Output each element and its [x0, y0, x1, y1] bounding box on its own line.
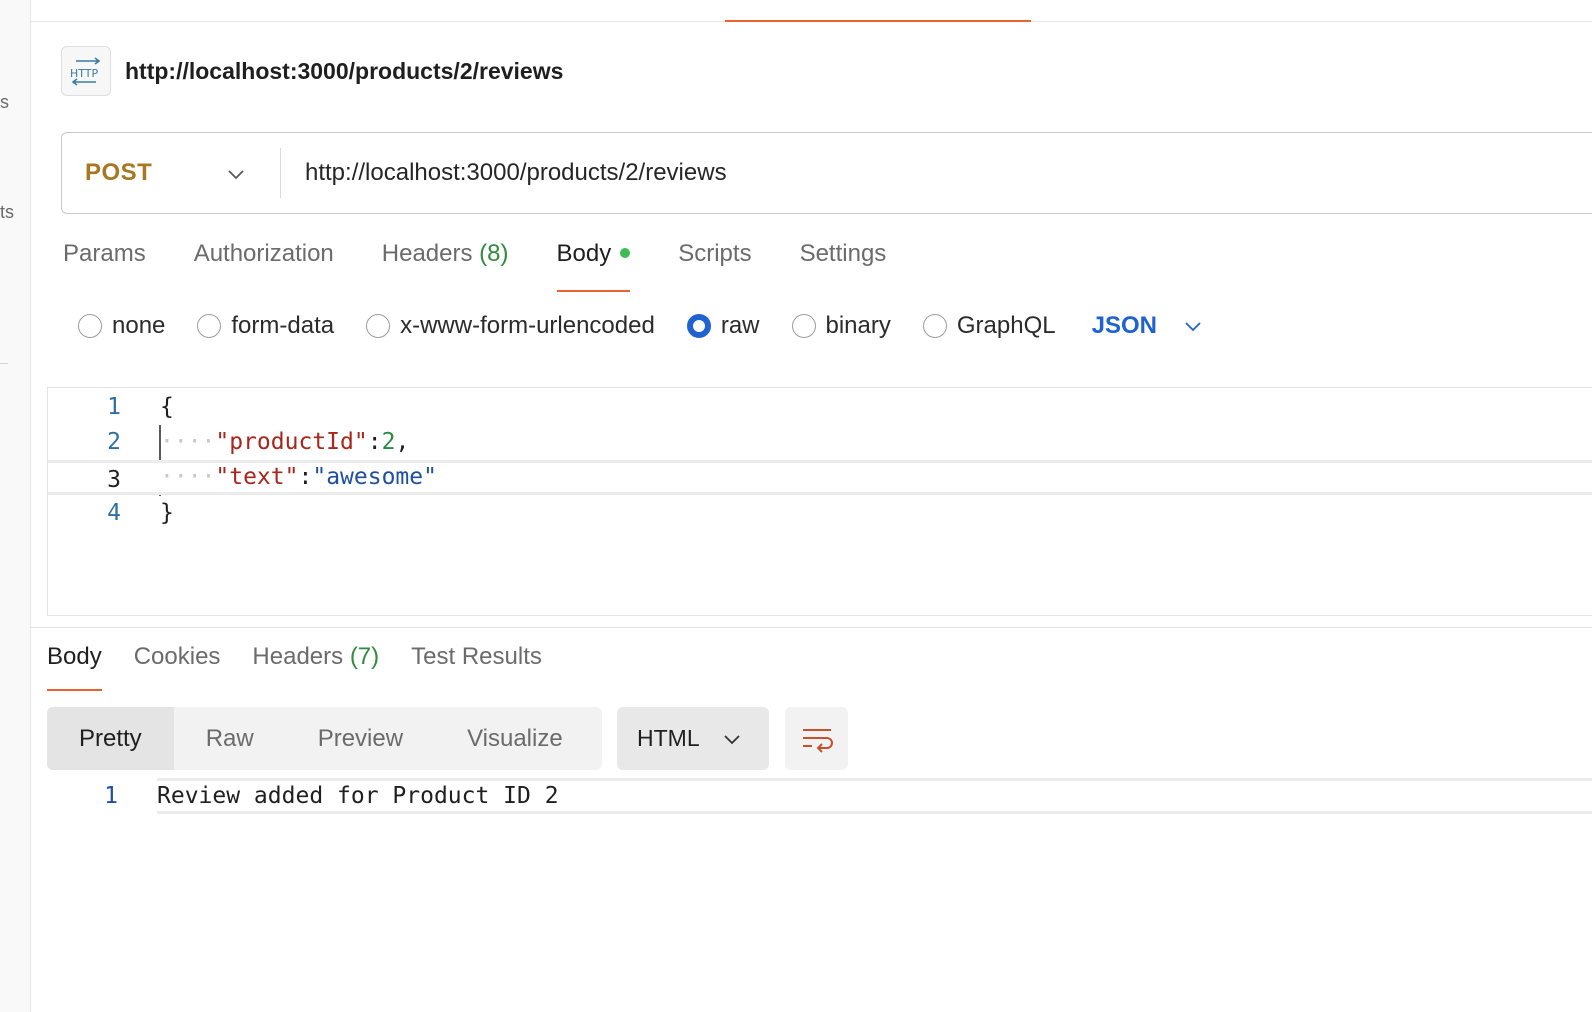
view-visualize-button[interactable]: Visualize — [435, 707, 595, 770]
sidebar-label-fragment[interactable]: ts — [0, 202, 14, 223]
line-number: 3 — [107, 467, 121, 493]
tab-label: Settings — [799, 240, 887, 267]
response-format-select[interactable]: HTML — [617, 707, 769, 770]
headers-count-badge: (8) — [479, 240, 509, 267]
tab-label: Headers — [381, 240, 473, 267]
response-body-viewer[interactable]: 1 Review added for Product ID 2 — [47, 778, 1592, 814]
tab-params[interactable]: Params — [63, 240, 146, 292]
line-number: 4 — [107, 500, 121, 526]
raw-format-select[interactable]: JSON — [1092, 312, 1203, 340]
line-code: { — [160, 394, 174, 420]
radio-button[interactable] — [78, 314, 102, 338]
response-text: Review added for Product ID 2 — [157, 778, 1592, 814]
raw-format-label: JSON — [1091, 312, 1157, 339]
body-modified-dot-icon — [620, 247, 631, 258]
chevron-down-icon — [228, 170, 244, 180]
line-number: 1 — [107, 394, 121, 420]
line-code: ····"text":"awesome" — [160, 464, 437, 490]
view-preview-button[interactable]: Preview — [286, 707, 435, 770]
tab-label: Scripts — [678, 240, 752, 267]
body-type-form-data[interactable]: form-data — [197, 312, 334, 340]
http-method-label: POST — [85, 159, 153, 186]
editor-line: 1 { — [48, 390, 1592, 425]
request-body-editor[interactable]: 1 { 2 ····"productId":2, 3 ····"text":"a… — [47, 387, 1592, 616]
tab-authorization[interactable]: Authorization — [194, 240, 334, 292]
response-tabs: Body Cookies Headers (7) Test Results — [47, 643, 574, 691]
tab-label: Authorization — [193, 240, 334, 267]
radio-button-selected[interactable] — [686, 314, 711, 338]
left-sidebar-rail: s ts — [0, 0, 31, 1012]
radio-label: binary — [825, 312, 891, 339]
body-type-binary[interactable]: binary — [791, 312, 891, 340]
request-tabs: Params Authorization Headers (8) Body Sc… — [63, 240, 934, 292]
tab-label: Params — [63, 240, 146, 267]
response-format-label: HTML — [637, 725, 700, 751]
sidebar-divider — [0, 363, 8, 364]
tab-label: Headers — [252, 643, 344, 670]
body-type-graphql[interactable]: GraphQL — [922, 312, 1056, 340]
editor-line: 2 ····"productId":2, — [48, 425, 1592, 460]
request-tab-strip — [31, 0, 1592, 22]
radio-button[interactable] — [366, 314, 391, 338]
line-code: ····"productId":2, — [160, 429, 410, 455]
body-type-options: none form-data x-www-form-urlencoded raw… — [78, 312, 1203, 340]
radio-label: form-data — [231, 312, 335, 339]
request-name[interactable]: http://localhost:3000/products/2/reviews — [125, 58, 563, 85]
body-type-none[interactable]: none — [78, 312, 165, 340]
tab-scripts[interactable]: Scripts — [678, 240, 751, 292]
response-tab-headers[interactable]: Headers (7) — [252, 643, 379, 691]
radio-button[interactable] — [197, 314, 222, 338]
chevron-down-icon — [1185, 322, 1201, 332]
tab-label: Test Results — [411, 643, 542, 670]
body-type-raw[interactable]: raw — [686, 312, 760, 340]
chevron-down-icon — [723, 734, 740, 744]
headers-count-badge: (7) — [349, 643, 380, 670]
tab-body[interactable]: Body — [556, 240, 631, 292]
sidebar-label-fragment[interactable]: s — [0, 92, 9, 113]
line-number: 1 — [104, 783, 118, 809]
url-separator — [280, 148, 281, 198]
body-type-urlencoded[interactable]: x-www-form-urlencoded — [366, 312, 655, 340]
radio-label: GraphQL — [956, 312, 1056, 339]
request-title-bar: HTTP http://localhost:3000/products/2/re… — [61, 46, 563, 96]
response-line: 1 Review added for Product ID 2 — [47, 778, 1592, 814]
response-tab-test-results[interactable]: Test Results — [411, 643, 542, 691]
request-url-bar: POST http://localhost:3000/products/2/re… — [61, 132, 1592, 214]
editor-line: 4 } — [48, 496, 1592, 531]
radio-label: raw — [720, 312, 760, 339]
line-number: 2 — [107, 429, 121, 455]
view-raw-button[interactable]: Raw — [174, 707, 286, 770]
active-request-tab-indicator — [725, 20, 1031, 22]
radio-label: none — [112, 312, 166, 339]
url-input[interactable]: http://localhost:3000/products/2/reviews — [305, 159, 727, 187]
response-tab-cookies[interactable]: Cookies — [134, 643, 221, 691]
response-tab-body[interactable]: Body — [47, 643, 102, 691]
radio-label: x-www-form-urlencoded — [400, 312, 655, 339]
active-tab-underline — [556, 290, 631, 292]
response-view-mode: Pretty Raw Preview Visualize — [47, 707, 602, 770]
editor-line-current: 3 ····"text":"awesome" — [48, 460, 1592, 495]
view-pretty-button[interactable]: Pretty — [47, 707, 174, 770]
tab-label: Body — [556, 240, 612, 267]
radio-button[interactable] — [791, 314, 816, 338]
radio-button[interactable] — [922, 314, 947, 338]
tab-label: Cookies — [133, 643, 221, 670]
active-tab-underline — [47, 689, 102, 691]
http-method-select[interactable]: POST — [62, 133, 280, 213]
svg-text:HTTP: HTTP — [70, 67, 99, 80]
response-pane-divider[interactable] — [31, 627, 1592, 628]
http-icon: HTTP — [61, 46, 111, 96]
wrap-lines-icon — [802, 728, 833, 753]
tab-settings[interactable]: Settings — [800, 240, 887, 292]
line-code: } — [160, 500, 174, 526]
tab-headers[interactable]: Headers (8) — [382, 240, 509, 292]
wrap-lines-button[interactable] — [785, 707, 848, 770]
tab-label: Body — [47, 643, 102, 670]
